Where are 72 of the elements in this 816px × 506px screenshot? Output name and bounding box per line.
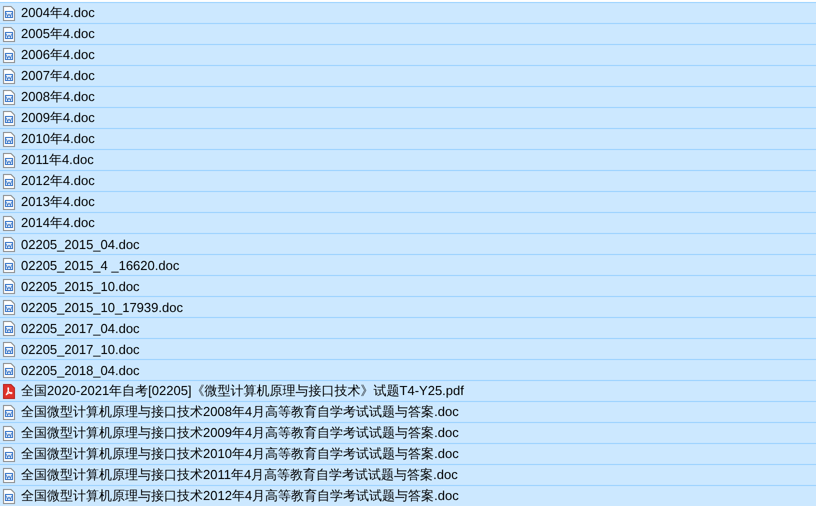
document-icon — [3, 110, 15, 126]
document-icon — [3, 216, 15, 230]
document-icon — [3, 132, 15, 146]
file-row[interactable]: 2013年4.doc — [0, 191, 816, 212]
file-row[interactable]: 02205_2015_10.doc — [0, 275, 816, 296]
file-name: 2009年4.doc — [21, 109, 95, 127]
file-row[interactable]: 2011年4.doc — [0, 149, 816, 170]
document-icon — [3, 68, 15, 84]
file-row[interactable]: 全国2020-2021年自考[02205]《微型计算机原理与接口技术》试题T4-Y25.pdf — [0, 380, 816, 401]
file-name: 2004年4.doc — [21, 4, 95, 22]
file-row[interactable]: 全国微型计算机原理与接口技术2008年4月高等教育自学考试试题与答案.doc — [0, 401, 816, 422]
file-row[interactable]: 全国微型计算机原理与接口技术2010年4月高等教育自学考试试题与答案.doc — [0, 443, 816, 464]
file-name: 02205_2015_4 _16620.doc — [21, 258, 180, 272]
document-icon — [3, 468, 15, 482]
file-name: 全国微型计算机原理与接口技术2009年4月高等教育自学考试试题与答案.doc — [21, 424, 459, 442]
file-name: 2012年4.doc — [21, 172, 95, 190]
file-row[interactable]: 全国微型计算机原理与接口技术2011年4月高等教育自学考试试题与答案.doc — [0, 464, 816, 485]
document-icon — [3, 404, 15, 420]
file-row[interactable]: 2008年4.doc — [0, 86, 816, 107]
file-row[interactable]: 2010年4.doc — [0, 128, 816, 149]
file-row[interactable]: 全国微型计算机原理与接口技术2009年4月高等教育自学考试试题与答案.doc — [0, 422, 816, 443]
file-row[interactable]: 2012年4.doc — [0, 170, 816, 191]
file-row[interactable]: 2005年4.doc — [0, 23, 816, 44]
file-name: 2014年4.doc — [21, 214, 95, 232]
file-name: 2006年4.doc — [21, 46, 95, 64]
document-icon — [3, 194, 15, 210]
document-icon — [3, 48, 15, 62]
document-icon — [3, 90, 15, 104]
document-icon — [3, 174, 15, 188]
file-name: 02205_2015_10_17939.doc — [21, 300, 183, 314]
file-row[interactable]: 2004年4.doc — [0, 2, 816, 23]
file-name: 2005年4.doc — [21, 25, 95, 43]
file-name: 全国微型计算机原理与接口技术2012年4月高等教育自学考试试题与答案.doc — [21, 487, 459, 505]
document-icon — [3, 236, 15, 252]
document-icon — [3, 488, 15, 504]
document-icon — [3, 300, 15, 314]
pdf-icon — [3, 384, 15, 398]
file-row[interactable]: 02205_2015_10_17939.doc — [0, 296, 816, 317]
document-icon — [3, 446, 15, 462]
file-name: 全国微型计算机原理与接口技术2011年4月高等教育自学考试试题与答案.doc — [21, 466, 458, 484]
file-name: 02205_2015_10.doc — [21, 278, 140, 294]
file-name: 02205_2017_10.doc — [21, 342, 140, 356]
file-name: 全国2020-2021年自考[02205]《微型计算机原理与接口技术》试题T4-Y25.pdf — [21, 382, 464, 400]
file-name: 全国微型计算机原理与接口技术2008年4月高等教育自学考试试题与答案.doc — [21, 403, 459, 421]
file-name: 2007年4.doc — [21, 67, 95, 85]
file-row[interactable]: 2006年4.doc — [0, 44, 816, 65]
document-icon — [3, 152, 15, 168]
file-name: 02205_2017_04.doc — [21, 320, 140, 336]
file-name: 02205_2015_04.doc — [21, 236, 140, 252]
file-row[interactable]: 02205_2015_04.doc — [0, 233, 816, 254]
document-icon — [3, 362, 15, 378]
file-name: 2011年4.doc — [21, 151, 94, 169]
document-icon — [3, 342, 15, 356]
document-icon — [3, 426, 15, 440]
file-name: 全国微型计算机原理与接口技术2010年4月高等教育自学考试试题与答案.doc — [21, 445, 459, 463]
file-row[interactable]: 02205_2018_04.doc — [0, 359, 816, 380]
file-name: 2008年4.doc — [21, 88, 95, 106]
document-icon — [3, 258, 15, 272]
document-icon — [3, 6, 15, 20]
document-icon — [3, 278, 15, 294]
file-row[interactable]: 2014年4.doc — [0, 212, 816, 233]
file-row[interactable]: 02205_2017_04.doc — [0, 317, 816, 338]
file-row[interactable]: 02205_2017_10.doc — [0, 338, 816, 359]
file-name: 2010年4.doc — [21, 130, 95, 148]
file-row[interactable]: 2007年4.doc — [0, 65, 816, 86]
file-name: 02205_2018_04.doc — [21, 362, 140, 378]
document-icon — [3, 320, 15, 336]
file-row[interactable]: 全国微型计算机原理与接口技术2012年4月高等教育自学考试试题与答案.doc — [0, 485, 816, 506]
file-row[interactable]: 02205_2015_4 _16620.doc — [0, 254, 816, 275]
document-icon — [3, 26, 15, 42]
file-name: 2013年4.doc — [21, 193, 95, 211]
file-row[interactable]: 2009年4.doc — [0, 107, 816, 128]
